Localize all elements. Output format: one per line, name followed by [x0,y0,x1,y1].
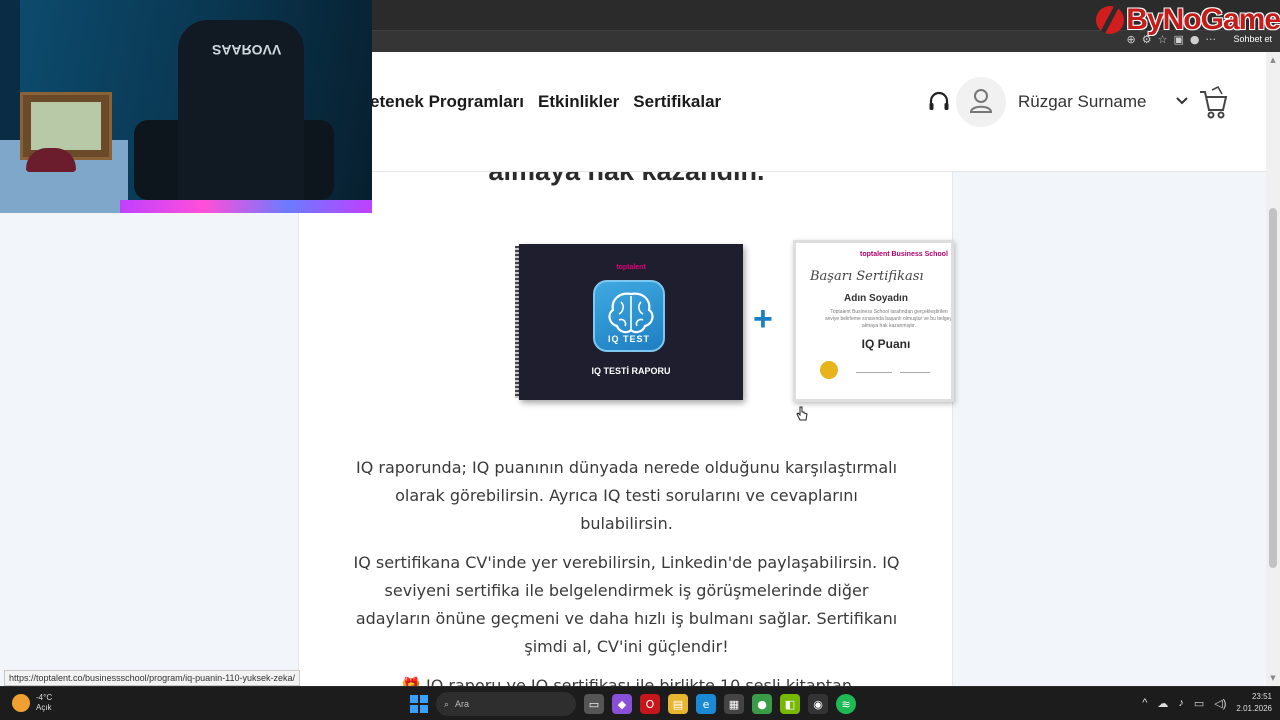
copilot-icon[interactable]: ◆ [612,694,632,714]
certificate-description: IQ sertifikana CV'inde yer verebilirsin,… [353,553,900,656]
taskbar-clock[interactable]: 23:51 2.01.2026 [1236,691,1272,715]
certificate-title: Başarı Sertifikası [810,269,924,284]
headset-icon[interactable] [928,90,950,114]
webcam-chair-label: VVOЯΑΑS [212,42,282,58]
nav-skill-programs[interactable]: etenek Programları [370,92,524,112]
cloud-icon[interactable]: ☁ [1157,697,1168,710]
obs-icon[interactable]: ◉ [808,694,828,714]
main-nav: etenek Programları Etkinlikler Sertifika… [370,92,721,112]
certificate-score: IQ Puanı [861,337,911,351]
certificate-brand: toptalent Business School [860,251,948,258]
clock-time: 23:51 [1251,692,1272,701]
iq-report-image: toptalent IQ TEST IQ TESTİ RAPORU [519,244,743,400]
nav-certificates[interactable]: Sertifikalar [633,92,721,112]
audiobook-description: 🎁 IQ raporu ve IQ sertifikası ile birlik… [349,672,904,686]
date-line [900,367,930,373]
network-icon[interactable]: ▭ [1194,697,1204,710]
webcam-certificate-frame [20,92,112,160]
search-icon: ⌕ [444,698,450,709]
microphone-icon[interactable]: ♪ [1178,697,1184,709]
search-placeholder: Ara [455,699,470,709]
windows-start-icon[interactable] [410,695,428,713]
webcam-overlay: VVOЯΑΑS [0,0,372,213]
report-brand: toptalent [616,264,646,271]
scroll-thumb[interactable] [1269,208,1277,568]
nvidia-icon[interactable]: ◧ [780,694,800,714]
system-tray: ^ ☁ ♪ ▭ ◁) 23:51 2.01.2026 [1142,691,1272,715]
webcam-led-strip [120,200,372,213]
weather-desc: Açık [36,703,52,712]
weather-sun-icon [12,694,30,712]
volume-icon[interactable]: ◁) [1214,697,1226,710]
report-tile-text: IQ TEST [607,334,650,344]
weather-temp: -4°C [36,693,53,702]
certificate-name: Adın Soyadın [844,293,908,304]
certificate-body: Toptalent Business School tarafından ger… [824,309,954,329]
site-header: etenek Programları Etkinlikler Sertifika… [370,52,1266,172]
report-title: IQ TESTİ RAPORU [591,366,671,376]
spotify-icon[interactable]: ≋ [836,694,856,714]
taskbar: -4°C Açık ⌕ Ara ▭ ◆ O ▤ e ▦ ● ◧ ◉ ≋ ^ ☁ … [0,686,1280,720]
certificate-image: toptalent Business School Başarı Sertifi… [793,240,954,402]
user-icon [969,89,993,113]
report-description: IQ raporunda; IQ puanının dünyada nerede… [355,458,898,533]
hand-cursor-icon [796,406,808,421]
user-name[interactable]: Rüzgar Surname [1018,92,1147,112]
bynogame-logo: ByNoGame [1096,0,1280,40]
avatar[interactable] [956,77,1006,127]
scroll-down-icon[interactable]: ▼ [1269,674,1277,682]
task-view-icon[interactable]: ▭ [584,694,604,714]
medal-icon [820,361,838,379]
webcam-frame-inner [31,102,101,150]
cart-icon[interactable] [1198,86,1228,120]
nav-events[interactable]: Etkinlikler [538,92,619,112]
taskbar-search[interactable]: ⌕ Ara [436,692,576,716]
edge-icon[interactable]: e [696,694,716,714]
signature-line [856,367,892,373]
gift-icon: 🎁 [400,676,421,686]
clock-date: 2.01.2026 [1236,704,1272,713]
audiobook-text: IQ raporu ve IQ sertifikası ile birlikte… [426,676,852,686]
chevron-down-icon[interactable] [1176,96,1188,106]
brain-icon: IQ TEST [593,280,665,352]
chevron-up-icon[interactable]: ^ [1142,697,1147,709]
scroll-up-icon[interactable]: ▲ [1269,56,1277,64]
store-icon[interactable]: ▦ [724,694,744,714]
weather-widget[interactable]: -4°C Açık [12,693,52,713]
taskbar-apps: ⌕ Ara ▭ ◆ O ▤ e ▦ ● ◧ ◉ ≋ [410,692,856,716]
chrome-icon[interactable]: ● [752,694,772,714]
logo-text: ByNoGame [1126,3,1280,36]
status-url: https://toptalent.co/businessschool/prog… [4,670,300,686]
plus-icon: + [753,300,773,338]
page-scrollbar[interactable]: ▲ ▼ [1266,52,1280,686]
file-explorer-icon[interactable]: ▤ [668,694,688,714]
opera-icon[interactable]: O [640,694,660,714]
logo-mark-icon [1096,6,1125,34]
